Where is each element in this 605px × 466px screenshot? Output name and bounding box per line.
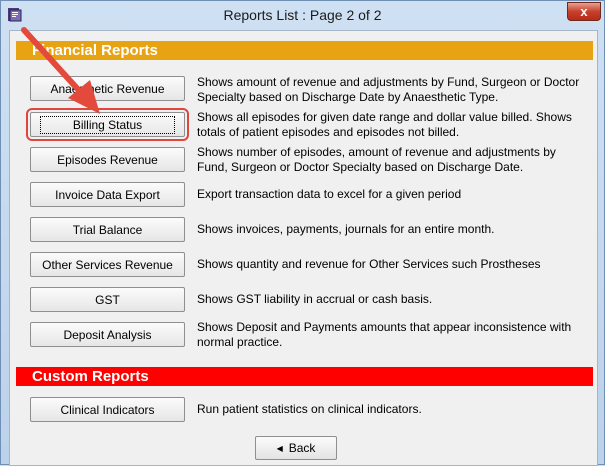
button-label: Billing Status — [39, 115, 176, 134]
billing-status-description: Shows all episodes for given date range … — [197, 110, 572, 139]
billing-status-button[interactable]: Billing Status — [26, 108, 189, 141]
window-frame: Reports List : Page 2 of 2 x Financial R… — [0, 0, 605, 466]
back-button-label: Back — [288, 441, 316, 455]
anaesthetic-revenue-description: Shows amount of revenue and adjustments … — [197, 75, 580, 104]
clinical-indicators-description: Run patient statistics on clinical indic… — [197, 402, 422, 416]
title-bar[interactable]: Reports List : Page 2 of 2 x — [1, 1, 604, 29]
button-label: Trial Balance — [72, 222, 143, 237]
gst-description: Shows GST liability in accrual or cash b… — [197, 292, 433, 306]
invoice-data-export-button[interactable]: Invoice Data Export — [30, 182, 185, 207]
deposit-analysis-description: Shows Deposit and Payments amounts that … — [197, 320, 572, 349]
episodes-revenue-button[interactable]: Episodes Revenue — [30, 147, 185, 172]
button-label: Anaesthetic Revenue — [50, 81, 165, 96]
invoice-data-export-description: Export transaction data to excel for a g… — [197, 187, 462, 201]
clinical-indicators-button[interactable]: Clinical Indicators — [30, 397, 185, 422]
back-button[interactable]: ◀ Back — [255, 436, 337, 460]
button-label: Episodes Revenue — [57, 152, 158, 167]
close-button[interactable]: x — [567, 2, 601, 21]
anaesthetic-revenue-button[interactable]: Anaesthetic Revenue — [30, 76, 185, 101]
left-triangle-icon: ◀ — [276, 443, 283, 453]
button-label: Other Services Revenue — [42, 257, 173, 272]
gst-button[interactable]: GST — [30, 287, 185, 312]
button-label: Clinical Indicators — [60, 402, 155, 417]
button-label: Invoice Data Export — [55, 187, 160, 202]
trial-balance-button[interactable]: Trial Balance — [30, 217, 185, 242]
financial-reports-header: Financial Reports — [16, 41, 593, 60]
reports-panel: Financial Reports Anaesthetic Revenue Sh… — [9, 30, 598, 466]
deposit-analysis-button[interactable]: Deposit Analysis — [30, 322, 185, 347]
episodes-revenue-description: Shows number of episodes, amount of reve… — [197, 145, 556, 174]
other-services-revenue-description: Shows quantity and revenue for Other Ser… — [197, 257, 541, 271]
window-title: Reports List : Page 2 of 2 — [223, 7, 382, 23]
button-label: GST — [95, 292, 120, 307]
custom-reports-header: Custom Reports — [16, 367, 593, 386]
button-label: Deposit Analysis — [63, 327, 152, 342]
other-services-revenue-button[interactable]: Other Services Revenue — [30, 252, 185, 277]
trial-balance-description: Shows invoices, payments, journals for a… — [197, 222, 495, 236]
close-icon: x — [580, 4, 588, 19]
